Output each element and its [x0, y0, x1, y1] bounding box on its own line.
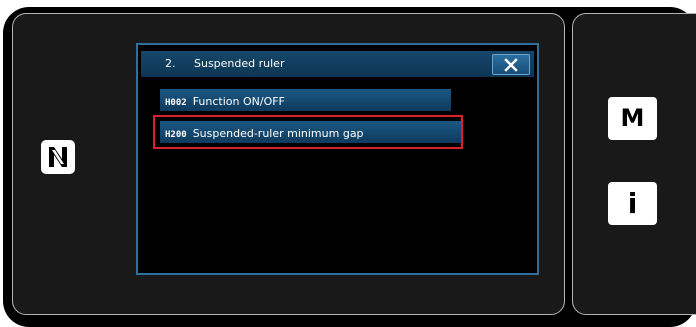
settings-dialog: 2. Suspended ruler H002 Function ON/OFF H… [136, 43, 539, 275]
info-button[interactable]: i [608, 182, 657, 225]
dialog-title-bar: 2. Suspended ruler [141, 51, 534, 77]
list-item-h002[interactable]: H002 Function ON/OFF [160, 89, 451, 111]
dialog-number: 2. [165, 57, 176, 70]
mode-button[interactable]: M [608, 97, 657, 140]
close-button[interactable] [492, 54, 530, 75]
side-screen [572, 13, 696, 315]
item-label: Function ON/OFF [192, 95, 285, 108]
item-code: H002 [165, 98, 187, 108]
selection-highlight [153, 115, 463, 149]
nfc-mark-icon [41, 140, 75, 174]
dialog-title: Suspended ruler [194, 57, 285, 70]
close-icon [504, 58, 518, 72]
